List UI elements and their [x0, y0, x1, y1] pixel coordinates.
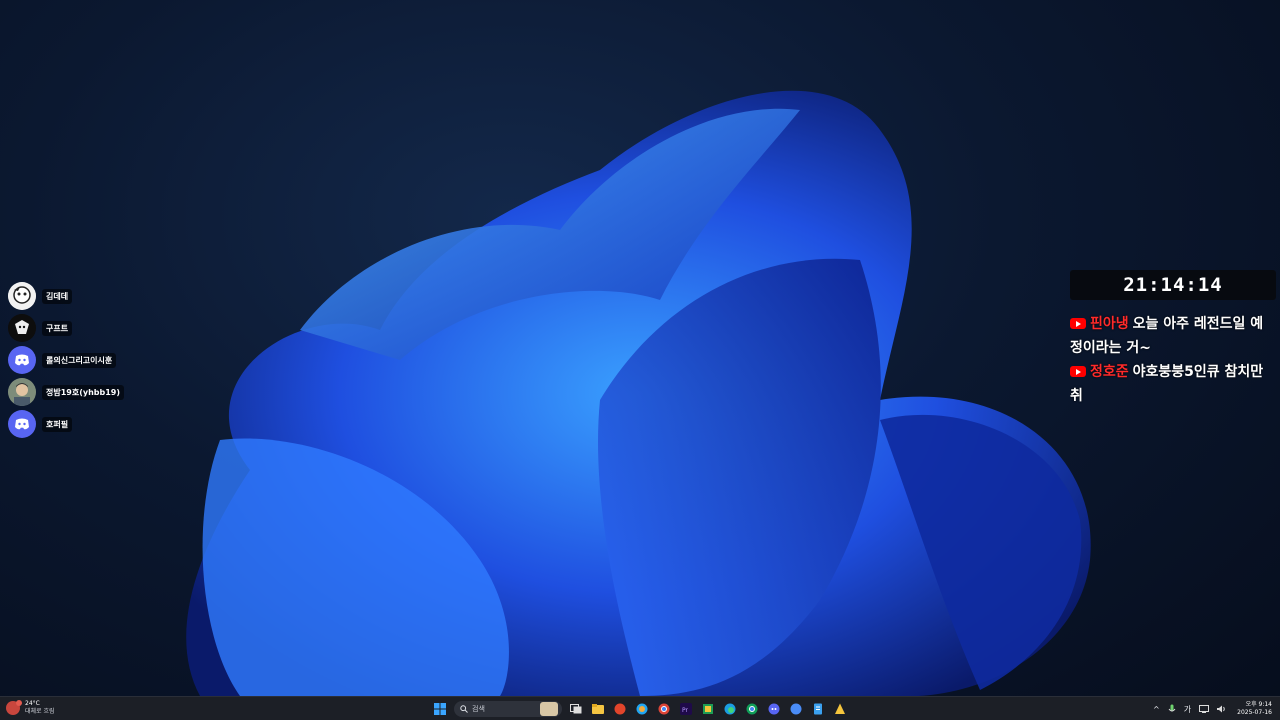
system-tray: ^ 가 오후 9:14 2025-07-16 — [1145, 699, 1272, 719]
voice-user: 호퍼필 — [8, 408, 168, 440]
chat-author: 핀아냉 — [1090, 316, 1129, 332]
chat-message: 핀아냉 오늘 아주 레전드일 예정이라는 거~ — [1070, 312, 1276, 360]
avatar-character-icon — [8, 314, 36, 342]
chat-message: 정호준 야호붕붕5인큐 참치만취 — [1070, 360, 1276, 408]
copilot-icon[interactable] — [632, 699, 652, 719]
stream-clock-overlay: 21:14:14 — [1070, 270, 1276, 300]
weather-widget[interactable]: 24°C 대체로 흐림 — [6, 700, 55, 716]
taskbar-apps: 검색 Pr — [430, 699, 852, 719]
voice-user: 구프트 — [8, 312, 168, 344]
notes-icon[interactable] — [808, 699, 828, 719]
premiere-icon[interactable]: Pr — [676, 699, 696, 719]
avatar-face-icon — [8, 282, 36, 310]
taskbar-clock[interactable]: 오후 9:14 2025-07-16 — [1237, 701, 1272, 717]
file-explorer-icon[interactable] — [588, 699, 608, 719]
chrome-icon[interactable] — [654, 699, 674, 719]
youtube-icon — [1070, 366, 1086, 377]
taskbar-search-box[interactable]: 검색 — [454, 701, 562, 717]
edge-icon[interactable] — [720, 699, 740, 719]
youtube-icon — [1070, 318, 1086, 329]
chat-overlay: 핀아냉 오늘 아주 레전드일 예정이라는 거~ 정호준 야호붕붕5인큐 참치만취 — [1070, 300, 1276, 420]
chat-author: 정호준 — [1090, 364, 1129, 380]
clock-text: 21:14:14 — [1123, 274, 1223, 296]
app-red-icon[interactable] — [610, 699, 630, 719]
taskbar: 24°C 대체로 흐림 검색 Pr ^ 가 오후 9:14 2025-07-16 — [0, 696, 1280, 720]
discord-icon[interactable] — [764, 699, 784, 719]
app-green-icon[interactable] — [698, 699, 718, 719]
volume-icon[interactable] — [1217, 705, 1227, 713]
search-highlight-image — [540, 702, 558, 716]
weather-condition: 대체로 흐림 — [25, 708, 55, 715]
chrome-badge-icon[interactable] — [742, 699, 762, 719]
search-icon — [460, 705, 468, 713]
network-icon[interactable] — [1199, 705, 1210, 713]
chat-partial-message — [1070, 300, 1276, 312]
voice-user-name: 구프트 — [42, 320, 73, 336]
avatar-photo-icon — [8, 378, 36, 406]
voice-channel-overlay: 김데데 구프트 롤의신그리고이시훈 정밤19호(yhbb19) 호퍼필 — [8, 280, 168, 440]
search-placeholder: 검색 — [472, 705, 485, 713]
microphone-icon[interactable] — [1168, 704, 1176, 714]
voice-user: 롤의신그리고이시훈 — [8, 344, 168, 376]
weather-temperature: 24°C — [25, 700, 40, 707]
app-blue-icon[interactable] — [786, 699, 806, 719]
voice-user: 김데데 — [8, 280, 168, 312]
ime-indicator[interactable]: 가 — [1184, 704, 1191, 715]
tray-time: 오후 9:14 — [1245, 701, 1272, 708]
tray-date: 2025-07-16 — [1237, 709, 1272, 716]
voice-user-name: 호퍼필 — [42, 416, 73, 432]
tray-chevron-icon[interactable]: ^ — [1153, 705, 1160, 714]
voice-user-name: 정밤19호(yhbb19) — [42, 384, 125, 400]
weather-icon — [6, 700, 22, 715]
start-button[interactable] — [430, 699, 450, 719]
voice-user: 정밤19호(yhbb19) — [8, 376, 168, 408]
windows-logo-icon — [434, 703, 446, 715]
voice-user-name: 김데데 — [42, 288, 73, 304]
voice-user-name: 롤의신그리고이시훈 — [42, 352, 117, 368]
task-view-icon[interactable] — [566, 699, 586, 719]
discord-icon — [8, 410, 36, 438]
app-yellow-icon[interactable] — [830, 699, 850, 719]
svg-text:Pr: Pr — [682, 707, 689, 714]
discord-icon — [8, 346, 36, 374]
